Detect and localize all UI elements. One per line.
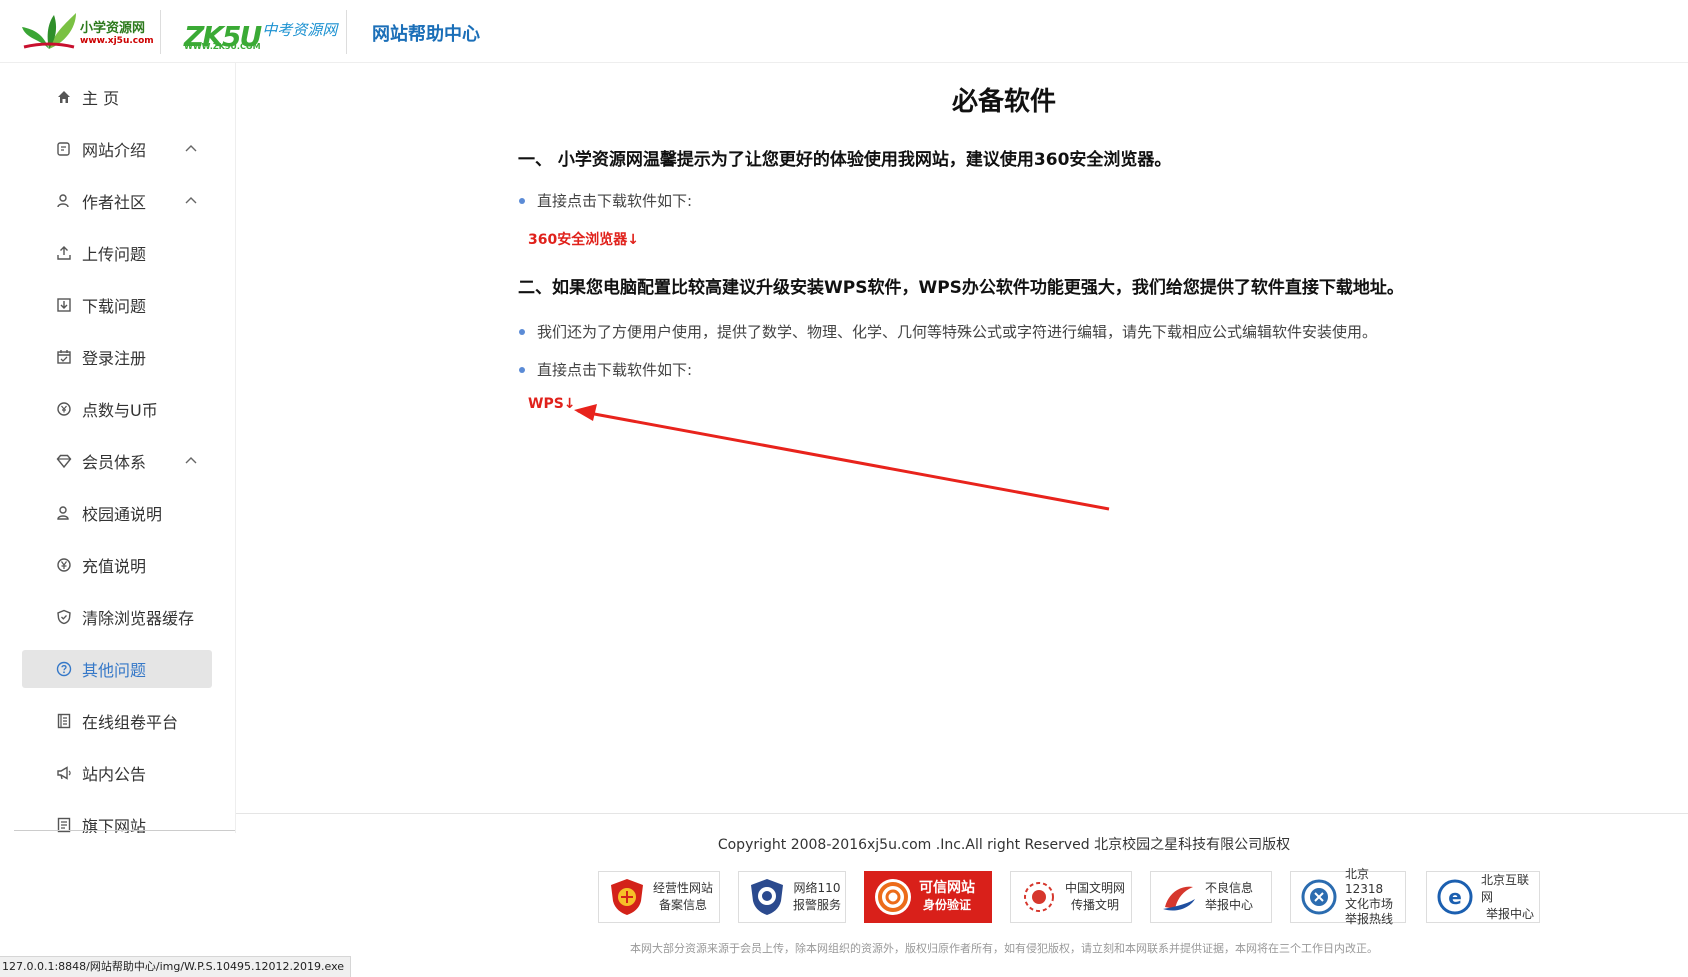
badge-line: 中国文明网 bbox=[1065, 881, 1126, 895]
logo1-name: 小学资源网 bbox=[80, 20, 146, 36]
police-badge-icon bbox=[751, 879, 783, 915]
badge-line: 网络110 bbox=[793, 881, 841, 895]
sidebar-item-author-community[interactable]: 作者社区 bbox=[22, 182, 212, 220]
copyright-text: Copyright 2008-2016xj5u.com .Inc.All rig… bbox=[717, 837, 1291, 853]
upload-icon bbox=[56, 245, 72, 261]
diamond-icon bbox=[56, 453, 72, 469]
red-arrow-annotation bbox=[574, 404, 1110, 511]
badge-line: 北京12318 bbox=[1345, 867, 1384, 896]
copyright-notice: 本网大部分资源来源于会员上传，除本网组织的资源外，版权归原作者所有，如有侵犯版权… bbox=[630, 942, 1378, 955]
sidebar-item-label: 上传问题 bbox=[82, 245, 147, 264]
help-center-title[interactable]: 网站帮助中心 bbox=[372, 20, 480, 46]
sidebar-item-label: 其他问题 bbox=[82, 661, 147, 680]
megaphone-icon bbox=[56, 765, 72, 781]
sidebar-item-label: 点数与U币 bbox=[82, 401, 158, 420]
sidebar-item-recharge[interactable]: 充值说明 bbox=[22, 546, 212, 584]
svg-text:e: e bbox=[1448, 885, 1462, 909]
badge-line: 可信网站 bbox=[919, 880, 975, 896]
home-icon bbox=[56, 89, 72, 105]
badge-line: 传播文明 bbox=[1071, 898, 1120, 912]
main-content: 必备软件 一、 小学资源网温馨提示为了让您更好的体验使用我网站，建议使用360安… bbox=[236, 63, 1688, 813]
download-icon bbox=[56, 297, 72, 313]
logo2-url: WWW.ZK5U.COM bbox=[184, 42, 261, 51]
user-group-icon bbox=[56, 193, 72, 209]
badge-net110[interactable]: 网络110 报警服务 bbox=[738, 871, 846, 923]
header-divider bbox=[346, 10, 347, 54]
question-circle-icon bbox=[56, 661, 72, 677]
badge-line: 不良信息 bbox=[1205, 881, 1254, 895]
sidebar-item-label: 校园通说明 bbox=[82, 505, 163, 524]
sidebar: 主 页 网站介绍 作者社区 上传问题 下载问题 登录注册 点数与U币 会员体系 … bbox=[0, 63, 236, 833]
coin-icon bbox=[56, 401, 72, 417]
sidebar-item-campus-pass[interactable]: 校园通说明 bbox=[22, 494, 212, 532]
report-center-icon bbox=[1163, 886, 1195, 911]
sidebar-item-label: 清除浏览器缓存 bbox=[82, 609, 195, 628]
sidebar-item-label: 下载问题 bbox=[82, 297, 147, 316]
sidebar-item-login-register[interactable]: 登录注册 bbox=[22, 338, 212, 376]
chevron-up-icon bbox=[185, 145, 197, 152]
book-icon bbox=[56, 713, 72, 729]
sidebar-item-label: 登录注册 bbox=[82, 349, 147, 368]
document-edit-icon bbox=[56, 141, 72, 157]
calendar-check-icon bbox=[56, 349, 72, 365]
zk5u-logo[interactable]: ZK5U 中考资源网 WWW.ZK5U.COM bbox=[184, 12, 337, 52]
sidebar-item-site-intro[interactable]: 网站介绍 bbox=[22, 130, 212, 168]
shield-icon bbox=[56, 609, 72, 625]
badge-line: 报警服务 bbox=[793, 898, 842, 912]
user-icon bbox=[56, 505, 72, 521]
badge-line: 举报热线 bbox=[1345, 912, 1394, 926]
chevron-up-icon bbox=[185, 457, 197, 464]
sidebar-divider bbox=[14, 830, 235, 831]
sidebar-item-upload-issues[interactable]: 上传问题 bbox=[22, 234, 212, 272]
sidebar-item-affiliated-sites[interactable]: 旗下网站 bbox=[22, 806, 212, 833]
xj5u-logo[interactable]: 小学资源网 www.xj5u.com bbox=[20, 8, 160, 54]
sidebar-item-label: 网站介绍 bbox=[82, 141, 147, 160]
header-divider bbox=[160, 10, 161, 54]
leaf-logo-icon bbox=[22, 13, 76, 49]
badge-civilization[interactable]: 中国文明网 传播文明 bbox=[1010, 871, 1132, 923]
sidebar-item-home[interactable]: 主 页 bbox=[22, 78, 212, 116]
badge-culture-market[interactable]: 北京12318 文化市场 举报热线 bbox=[1290, 867, 1406, 926]
header: 小学资源网 www.xj5u.com ZK5U 中考资源网 WWW.ZK5U.C… bbox=[0, 0, 1688, 63]
badge-business-site[interactable]: 经营性网站 备案信息 bbox=[598, 871, 720, 923]
sidebar-item-other-issues[interactable]: 其他问题 bbox=[22, 650, 212, 688]
sidebar-item-clear-cache[interactable]: 清除浏览器缓存 bbox=[22, 598, 212, 636]
sidebar-item-label: 会员体系 bbox=[82, 453, 147, 472]
badge-line: 备案信息 bbox=[659, 898, 708, 912]
browser-status-bar: 127.0.0.1:8848/网站帮助中心/img/W.P.S.10495.12… bbox=[0, 956, 352, 977]
badge-trusted-site[interactable]: 可信网站 身份验证 bbox=[864, 871, 992, 923]
sidebar-item-label: 作者社区 bbox=[82, 193, 147, 212]
sidebar-item-label: 在线组卷平台 bbox=[82, 713, 179, 732]
badge-line: 身份验证 bbox=[922, 898, 971, 912]
chevron-up-icon bbox=[185, 197, 197, 204]
footer: Copyright 2008-2016xj5u.com .Inc.All rig… bbox=[236, 813, 1688, 977]
sidebar-item-label: 站内公告 bbox=[82, 765, 147, 784]
civilization-icon bbox=[1024, 882, 1054, 912]
yen-circle-icon bbox=[56, 557, 72, 573]
badge-line: 经营性网站 bbox=[653, 881, 714, 895]
sidebar-item-download-issues[interactable]: 下载问题 bbox=[22, 286, 212, 324]
sidebar-item-points-ucoin[interactable]: 点数与U币 bbox=[22, 390, 212, 428]
badge-line: 北京互联网 bbox=[1481, 872, 1530, 904]
beijing-internet-icon: e bbox=[1437, 879, 1473, 915]
sidebar-item-membership[interactable]: 会员体系 bbox=[22, 442, 212, 480]
badge-line: 文化市场 bbox=[1345, 897, 1394, 911]
sidebar-item-announcements[interactable]: 站内公告 bbox=[22, 754, 212, 792]
badge-line: 举报中心 bbox=[1485, 906, 1534, 921]
sidebar-item-label: 充值说明 bbox=[82, 557, 147, 576]
emblem-icon bbox=[611, 879, 643, 915]
badge-bad-info-report[interactable]: 不良信息 举报中心 bbox=[1150, 871, 1272, 923]
sidebar-item-online-exam[interactable]: 在线组卷平台 bbox=[22, 702, 212, 740]
badge-beijing-internet-report[interactable]: e 北京互联网举报中心 bbox=[1426, 871, 1540, 923]
logo2-cn: 中考资源网 bbox=[262, 21, 338, 39]
trusted-site-icon bbox=[875, 879, 911, 915]
sidebar-item-label: 主 页 bbox=[82, 89, 120, 108]
logo1-url: www.xj5u.com bbox=[80, 35, 154, 46]
badge-line: 举报中心 bbox=[1205, 898, 1254, 912]
culture-market-icon bbox=[1301, 879, 1337, 915]
